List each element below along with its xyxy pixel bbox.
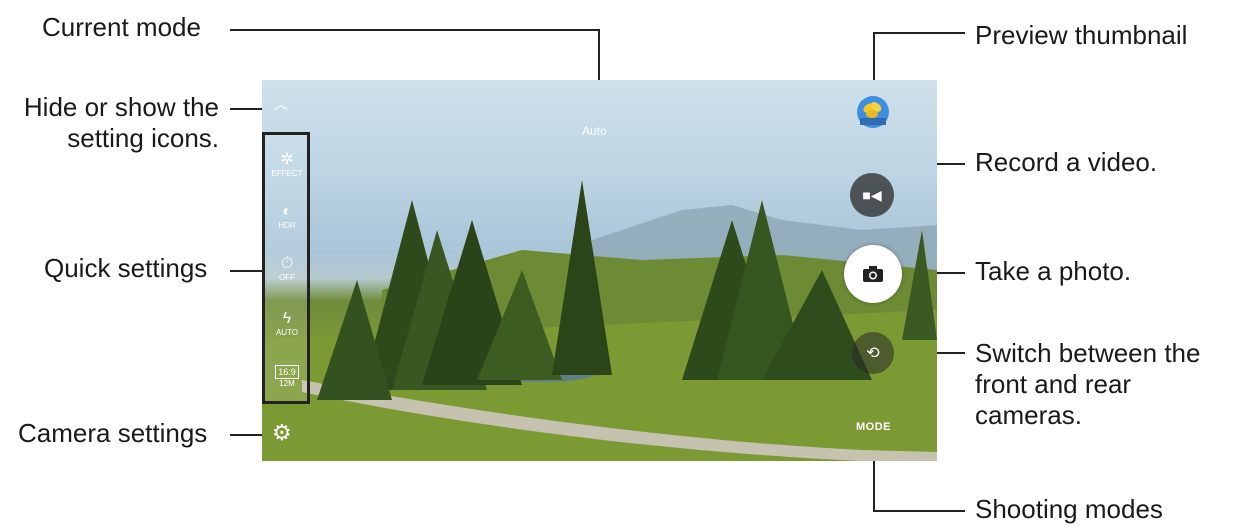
callout-shooting-modes: Shooting modes	[975, 494, 1163, 524]
hdr-icon: ◐	[282, 203, 292, 220]
camera-viewfinder[interactable]: ︿ Auto ✲ EFFECT ◐ HDR ⏱ OFF ϟ AUTO 16:9 …	[262, 80, 937, 461]
wand-icon: ✲	[280, 151, 294, 168]
callout-current-mode: Current mode	[42, 12, 201, 42]
callout-switch-cameras: Switch between the front and rear camera…	[975, 338, 1201, 430]
quick-setting-effect[interactable]: ✲ EFFECT	[269, 151, 305, 178]
leader-line-quick-settings	[230, 270, 262, 272]
ratio-icon: 16:9	[275, 365, 299, 379]
callout-take-photo: Take a photo.	[975, 256, 1132, 286]
camera-icon	[863, 266, 883, 282]
leader-line-preview	[873, 32, 965, 34]
quick-setting-label: HDR	[278, 221, 296, 230]
leader-line-hide-show	[230, 108, 266, 110]
quick-setting-ratio[interactable]: 16:9 12M	[269, 365, 305, 388]
mode-button[interactable]: MODE	[856, 421, 891, 433]
leader-line-camera-settings	[230, 434, 264, 436]
callout-quick-settings: Quick settings	[44, 253, 208, 283]
callout-camera-settings: Camera settings	[18, 418, 208, 448]
quick-setting-hdr[interactable]: ◐ HDR	[269, 203, 305, 230]
quick-setting-label: 12M	[279, 379, 295, 388]
switch-camera-icon: ⟲	[866, 345, 880, 362]
quick-settings-panel: ✲ EFFECT ◐ HDR ⏱ OFF ϟ AUTO 16:9 12M	[262, 132, 310, 404]
current-mode-label: Auto	[582, 124, 607, 138]
quick-setting-label: EFFECT	[271, 169, 303, 178]
chevron-up-icon[interactable]: ︿	[274, 94, 288, 114]
quick-setting-timer[interactable]: ⏱ OFF	[269, 255, 305, 282]
timer-icon: ⏱	[280, 255, 294, 272]
quick-setting-label: OFF	[279, 273, 295, 282]
shutter-button[interactable]	[844, 245, 902, 303]
quick-setting-flash[interactable]: ϟ AUTO	[269, 310, 305, 337]
callout-hide-show: Hide or show the setting icons.	[23, 92, 219, 153]
leader-line-current-mode	[230, 29, 600, 31]
video-camera-icon: ■◀	[862, 186, 882, 203]
record-video-button[interactable]: ■◀	[850, 173, 894, 217]
leader-line-mode	[873, 510, 965, 512]
flash-icon: ϟ	[282, 310, 292, 327]
callout-preview-thumbnail: Preview thumbnail	[975, 20, 1188, 50]
switch-camera-button[interactable]: ⟲	[852, 332, 894, 374]
preview-thumbnail[interactable]	[857, 96, 889, 128]
flower-icon	[860, 102, 886, 125]
quick-setting-label: AUTO	[275, 328, 299, 337]
callout-record-video: Record a video.	[975, 147, 1158, 177]
gear-icon[interactable]: ⚙	[272, 420, 292, 446]
